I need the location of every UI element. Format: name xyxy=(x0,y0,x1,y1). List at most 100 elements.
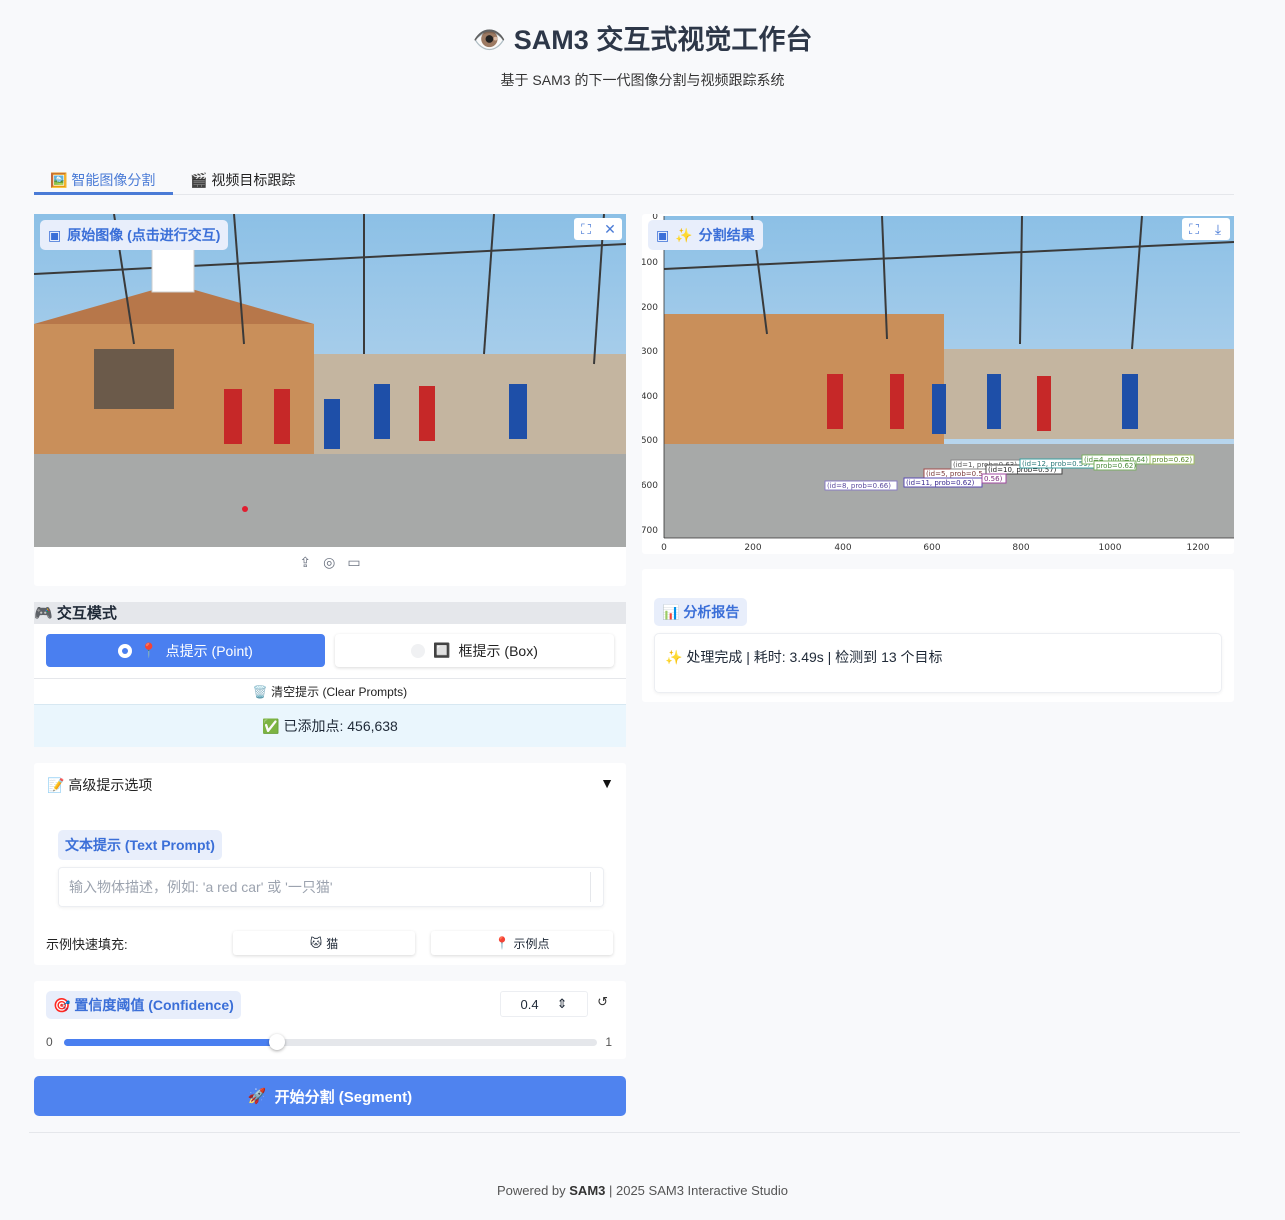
result-image-tools: ⛶ ⤓ xyxy=(1182,218,1230,240)
point-mode-radio[interactable]: 📍 点提示 (Point) xyxy=(46,634,325,667)
text-prompt-field xyxy=(58,867,604,907)
confidence-label-text: 置信度阈值 (Confidence) xyxy=(74,997,234,1013)
confidence-panel: 🎯 置信度阈值 (Confidence) 0.4 ⇕ ↺ 0 1 xyxy=(34,981,626,1059)
y-tick-label: 700 xyxy=(642,526,658,536)
radio-selected-icon xyxy=(118,643,133,658)
fullscreen-icon[interactable]: ⛶ xyxy=(1182,218,1206,240)
quick-fill-point-label: 示例点 xyxy=(513,936,550,951)
close-icon[interactable]: ✕ xyxy=(598,218,622,240)
x-tick-label: 400 xyxy=(834,543,851,553)
detection-label: (id=5, prob=0.5 xyxy=(926,470,983,478)
text-prompt-input[interactable] xyxy=(59,868,591,906)
radio-unselected-icon xyxy=(411,643,426,658)
text-prompt-scrollbar xyxy=(590,872,601,902)
footer-prefix: Powered by xyxy=(497,1183,570,1198)
pin-icon: 📍 xyxy=(140,642,158,658)
tab-label: 视频目标跟踪 xyxy=(211,172,296,188)
x-tick-label: 1200 xyxy=(1187,543,1210,553)
text-prompt-label: 文本提示 (Text Prompt) xyxy=(58,830,222,860)
fullscreen-icon[interactable]: ⛶ xyxy=(574,218,598,240)
box-mode-label: 框提示 (Box) xyxy=(458,642,538,659)
box-mode-radio[interactable]: 🔲 框提示 (Box) xyxy=(335,634,614,667)
webcam-icon[interactable]: ◎ xyxy=(323,554,335,571)
analysis-report-label: 📊 分析报告 xyxy=(654,598,748,626)
confidence-label: 🎯 置信度阈值 (Confidence) xyxy=(46,991,241,1019)
gamepad-icon: 🎮 xyxy=(34,605,53,622)
confidence-value: 0.4 xyxy=(520,996,539,1012)
spinner-icon[interactable]: ⇕ xyxy=(557,996,568,1012)
confidence-number-input[interactable]: 0.4 ⇕ xyxy=(500,991,588,1017)
tab-bar: 🖼️ 智能图像分割 🎬 视频目标跟踪 xyxy=(34,164,1234,195)
advanced-options-accordion: 📝 高级提示选项 ▼ 文本提示 (Text Prompt) 示例快速填充: 🐱 … xyxy=(34,763,626,965)
tab-video-tracking[interactable]: 🎬 视频目标跟踪 xyxy=(190,170,295,190)
analysis-report-text: ✨ 处理完成 | 耗时: 3.49s | 检测到 13 个目标 xyxy=(665,649,943,665)
sparkles-icon: ✨ xyxy=(675,226,693,243)
segment-button[interactable]: 🚀 开始分割 (Segment) xyxy=(34,1076,626,1116)
input-image-tools: ⛶ ✕ xyxy=(574,218,622,240)
caret-down-icon[interactable]: ▼ xyxy=(600,775,614,791)
analysis-report-box: ✨ 处理完成 | 耗时: 3.49s | 检测到 13 个目标 xyxy=(654,633,1222,693)
y-tick-label: 100 xyxy=(642,258,658,268)
result-image-panel: (id=8, prob=0.66) (id=5, prob=0.5 (id=1,… xyxy=(641,212,1235,554)
interaction-mode-header: 🎮 交互模式 xyxy=(34,602,626,624)
clipboard-icon[interactable]: ▭ xyxy=(347,554,360,571)
result-image-label: ▣ ✨ 分割结果 xyxy=(648,220,763,250)
interaction-mode-radio-group: 📍 点提示 (Point) 🔲 框提示 (Box) xyxy=(34,624,626,678)
y-tick-label: 600 xyxy=(642,481,658,491)
y-tick-label: 500 xyxy=(642,436,658,446)
analysis-report-panel: 📊 分析报告 ✨ 处理完成 | 耗时: 3.49s | 检测到 13 个目标 xyxy=(642,569,1234,702)
slider-fill xyxy=(64,1039,278,1046)
slider-max-label: 1 xyxy=(605,1035,612,1049)
active-tab-indicator xyxy=(34,192,173,195)
input-image-label: ▣ 原始图像 (点击进行交互) xyxy=(40,220,229,250)
detection-label: (id=8, prob=0.66) xyxy=(827,482,891,490)
x-tick-label: 600 xyxy=(923,543,940,553)
input-image-panel: ▣ 原始图像 (点击进行交互) ⛶ ✕ ⇪ ◎ ▭ xyxy=(34,214,626,586)
target-icon: 🎯 xyxy=(53,997,71,1013)
page-subtitle: 基于 SAM3 的下一代图像分割与视频跟踪系统 xyxy=(500,72,785,88)
box-icon: 🔲 xyxy=(433,642,451,658)
x-tick-label: 800 xyxy=(1012,543,1029,553)
confidence-slider[interactable] xyxy=(64,1034,597,1050)
bar-chart-icon: 📊 xyxy=(662,604,680,620)
x-tick-label: 1000 xyxy=(1099,543,1122,553)
reset-icon[interactable]: ↺ xyxy=(597,994,608,1010)
tab-image-segmentation[interactable]: 🖼️ 智能图像分割 xyxy=(50,170,155,190)
upload-icon[interactable]: ⇪ xyxy=(299,554,311,571)
y-tick-label: 300 xyxy=(642,347,658,357)
points-status: ✅ 已添加点: 456,638 xyxy=(34,704,626,747)
result-image-label-text: 分割结果 xyxy=(698,227,755,243)
detection-label: prob=0.62) xyxy=(1152,456,1192,464)
tab-label: 智能图像分割 xyxy=(71,172,156,188)
quick-fill-cat-button[interactable]: 🐱 猫 xyxy=(233,931,415,955)
slider-thumb[interactable] xyxy=(269,1034,286,1050)
analysis-report-label-text: 分析报告 xyxy=(683,604,740,620)
playground-photo xyxy=(34,214,626,547)
pin-icon: 📍 xyxy=(494,936,510,950)
page-title-text: SAM3 交互式视觉工作台 xyxy=(513,25,813,55)
footer-divider xyxy=(29,1132,1240,1133)
point-mode-label: 点提示 (Point) xyxy=(165,642,253,659)
cat-icon: 🐱 xyxy=(309,936,323,950)
download-icon[interactable]: ⤓ xyxy=(1206,218,1230,240)
quick-fill-label: 示例快速填充: xyxy=(46,937,128,952)
footer: Powered by SAM3 | 2025 SAM3 Interactive … xyxy=(0,1183,1285,1198)
footer-brand: SAM3 xyxy=(569,1183,606,1198)
detection-label: prob=0.62) xyxy=(1096,462,1136,470)
image-icon: ▣ xyxy=(48,226,62,243)
input-image-canvas[interactable]: ▣ 原始图像 (点击进行交互) ⛶ ✕ xyxy=(34,214,626,547)
x-tick-label: 200 xyxy=(744,543,761,553)
y-tick-label: 200 xyxy=(642,303,658,313)
y-tick-label: 400 xyxy=(642,392,658,402)
rocket-icon: 🚀 xyxy=(247,1088,267,1105)
interaction-mode-title: 交互模式 xyxy=(56,605,117,622)
eye-icon: 👁️ xyxy=(472,25,507,55)
clear-prompts-button[interactable]: 🗑️ 清空提示 (Clear Prompts) xyxy=(34,678,626,705)
slider-min-label: 0 xyxy=(46,1035,53,1049)
segment-button-label: 开始分割 (Segment) xyxy=(274,1088,413,1106)
x-tick-label: 0 xyxy=(661,543,667,553)
advanced-options-toggle[interactable]: 📝 高级提示选项 xyxy=(47,775,152,795)
detection-label: 0.56) xyxy=(984,475,1003,483)
page-title: 👁️ SAM3 交互式视觉工作台 xyxy=(0,18,1285,57)
quick-fill-point-button[interactable]: 📍 示例点 xyxy=(431,931,613,955)
